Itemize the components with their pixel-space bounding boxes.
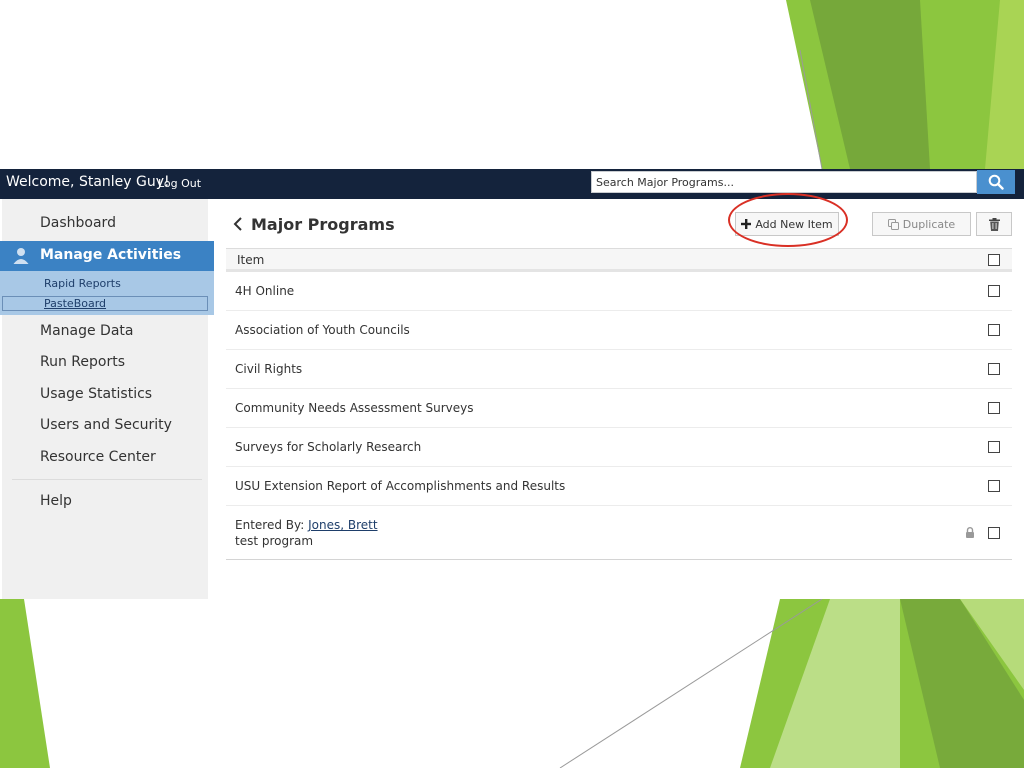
subnav-item-rapid-reports[interactable]: Rapid Reports (44, 277, 121, 290)
item-name: test program (235, 534, 314, 548)
entered-by-label: Entered By: (235, 518, 305, 532)
lock-icon (966, 527, 974, 538)
subnav: Rapid Reports PasteBoard (0, 271, 214, 315)
sidebar-item-manage-data[interactable]: Manage Data (40, 323, 134, 339)
sidebar-item-label: Manage Activities (40, 247, 182, 263)
table-row[interactable]: Community Needs Assessment Surveys (226, 389, 1012, 428)
subnav-item-pasteboard[interactable]: PasteBoard (2, 296, 208, 311)
row-checkbox[interactable] (988, 363, 1000, 375)
duplicate-button[interactable]: Duplicate (872, 212, 971, 236)
search-icon (988, 174, 1004, 190)
select-all-checkbox[interactable] (988, 254, 1000, 266)
add-new-item-label: Add New Item (755, 217, 833, 231)
column-header-item: Item (237, 253, 265, 267)
sidebar-item-help[interactable]: Help (40, 493, 72, 509)
search-input[interactable] (591, 171, 977, 193)
top-bar: Welcome, Stanley Guy! Log Out (0, 169, 1024, 199)
page-title: Major Programs (251, 215, 395, 234)
sidebar-item-dashboard[interactable]: Dashboard (40, 215, 116, 231)
app-window: Welcome, Stanley Guy! Log Out Dashboard … (0, 169, 1024, 599)
item-name: 4H Online (235, 284, 295, 298)
table-row[interactable]: Civil Rights (226, 350, 1012, 389)
table-row[interactable]: Entered By: Jones, Brett test program (226, 506, 1012, 560)
sidebar-item-resource-center[interactable]: Resource Center (40, 449, 156, 465)
item-name: USU Extension Report of Accomplishments … (235, 479, 566, 493)
entered-by: Entered By: Jones, Brett (235, 518, 378, 532)
search-button[interactable] (977, 170, 1015, 194)
plus-icon (741, 219, 752, 229)
sidebar-item-manage-activities[interactable]: Manage Activities (0, 241, 214, 271)
row-checkbox[interactable] (988, 285, 1000, 297)
duplicate-label: Duplicate (902, 217, 956, 231)
trash-icon (988, 217, 1000, 231)
sidebar-divider (12, 479, 202, 480)
row-checkbox[interactable] (988, 441, 1000, 453)
row-checkbox[interactable] (988, 527, 1000, 539)
user-icon (13, 248, 29, 264)
table-row[interactable]: Surveys for Scholarly Research (226, 428, 1012, 467)
items-table: Item 4H Online Association of Youth Coun… (226, 248, 1012, 560)
sidebar-item-usage-statistics[interactable]: Usage Statistics (40, 386, 152, 402)
main-content: Major Programs Add New Item Duplicate It… (226, 193, 1012, 599)
table-row[interactable]: USU Extension Report of Accomplishments … (226, 467, 1012, 506)
sidebar: Dashboard Manage Activities Rapid Report… (0, 199, 214, 599)
item-name: Surveys for Scholarly Research (235, 440, 422, 454)
welcome-text: Welcome, Stanley Guy! (6, 174, 170, 190)
add-new-item-button[interactable]: Add New Item (735, 212, 839, 236)
chevron-left-icon[interactable] (232, 216, 244, 232)
item-name: Civil Rights (235, 362, 303, 376)
author-link[interactable]: Jones, Brett (308, 518, 377, 532)
row-checkbox[interactable] (988, 324, 1000, 336)
logout-link[interactable]: Log Out (158, 177, 201, 190)
row-checkbox[interactable] (988, 402, 1000, 414)
table-row[interactable]: 4H Online (226, 272, 1012, 311)
delete-button[interactable] (976, 212, 1012, 236)
sidebar-item-run-reports[interactable]: Run Reports (40, 354, 125, 370)
sidebar-item-users-and-security[interactable]: Users and Security (40, 417, 172, 433)
copy-icon (887, 218, 899, 230)
table-header: Item (226, 248, 1012, 272)
item-name: Association of Youth Councils (235, 323, 410, 337)
item-name: Community Needs Assessment Surveys (235, 401, 474, 415)
table-row[interactable]: Association of Youth Councils (226, 311, 1012, 350)
row-checkbox[interactable] (988, 480, 1000, 492)
